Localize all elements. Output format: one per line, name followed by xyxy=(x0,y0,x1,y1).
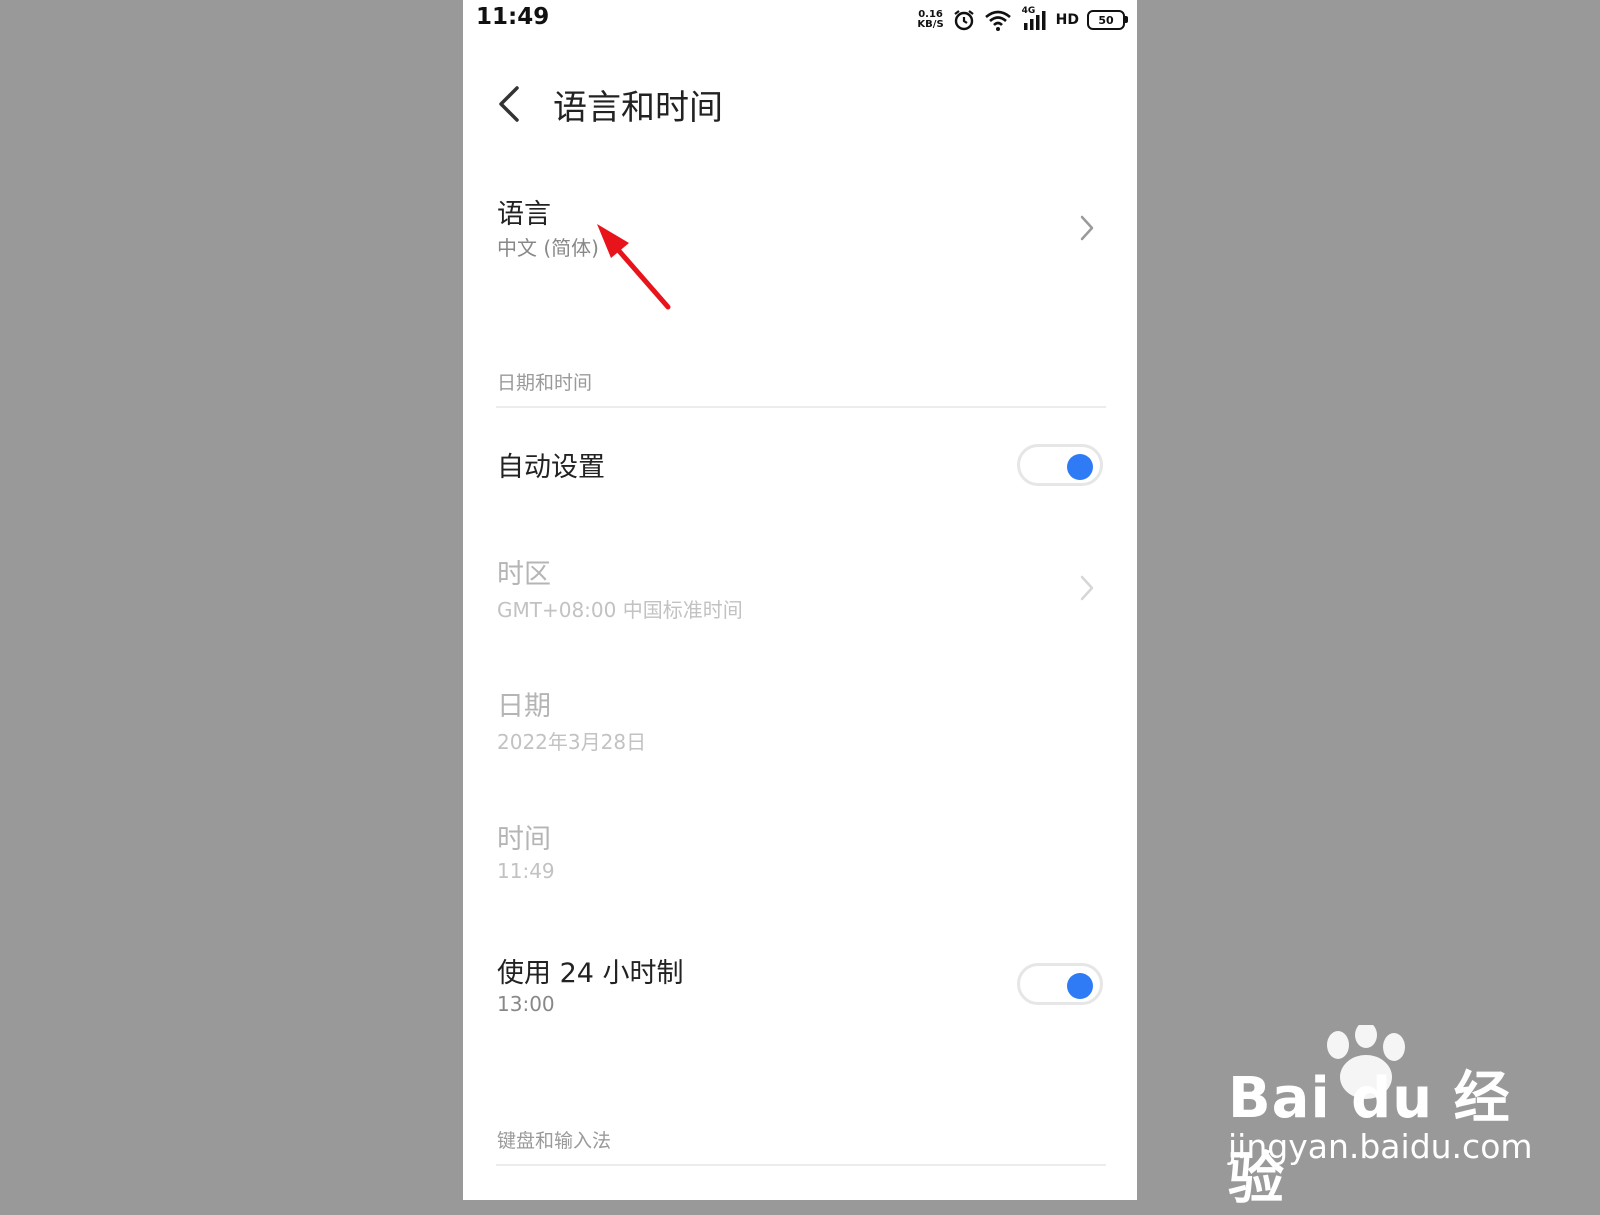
network-speed-unit: KB/S xyxy=(917,19,944,30)
section-label-date-time: 日期和时间 xyxy=(497,372,593,394)
cellular-signal: 4G xyxy=(1020,6,1048,32)
toggle-knob xyxy=(1067,973,1093,999)
timezone-row-value: GMT+08:00 中国标准时间 xyxy=(497,598,743,622)
auto-set-row[interactable]: 自动设置 xyxy=(463,425,1137,505)
language-row-title: 语言 xyxy=(497,199,551,230)
date-row[interactable]: 日期 2022年3月28日 xyxy=(463,672,1137,772)
timezone-row[interactable]: 时区 GMT+08:00 中国标准时间 xyxy=(463,540,1137,640)
toggle-knob xyxy=(1067,454,1093,480)
baidu-jingyan-watermark: Bai du 经验 jingyan.baidu.com xyxy=(1228,1025,1533,1212)
status-time: 11:49 xyxy=(476,4,550,30)
section-label-keyboard: 键盘和输入法 xyxy=(497,1130,612,1152)
status-icons: 0.16 KB/S 4G HD 50 xyxy=(917,6,1128,34)
hd-voice-badge: HD xyxy=(1055,12,1079,28)
alarm-icon xyxy=(953,10,974,31)
timezone-row-title: 时区 xyxy=(497,559,551,590)
network-speed: 0.16 KB/S xyxy=(917,10,943,30)
auto-set-row-title: 自动设置 xyxy=(497,452,605,483)
time-row-value: 11:49 xyxy=(497,859,555,883)
section-divider xyxy=(496,1164,1106,1166)
back-button[interactable] xyxy=(491,82,531,126)
date-row-title: 日期 xyxy=(497,691,551,722)
wifi-icon xyxy=(984,10,1011,31)
date-row-value: 2022年3月28日 xyxy=(497,730,647,754)
watermark-url: jingyan.baidu.com xyxy=(1228,1127,1533,1166)
hour24-row[interactable]: 使用 24 小时制 13:00 xyxy=(463,938,1137,1038)
auto-set-toggle[interactable] xyxy=(1017,444,1103,486)
language-row[interactable]: 语言 中文 (简体) xyxy=(463,180,1137,280)
hour24-toggle[interactable] xyxy=(1017,963,1103,1005)
page-title: 语言和时间 xyxy=(553,88,723,128)
battery-level: 50 xyxy=(1098,13,1114,27)
status-bar: 11:49 0.16 KB/S 4G HD 50 xyxy=(463,0,1137,40)
time-row-title: 时间 xyxy=(497,824,551,855)
hour24-row-value: 13:00 xyxy=(497,992,555,1016)
phone-screen: 11:49 0.16 KB/S 4G HD 50 语言和时间 语言 中文 (简体… xyxy=(463,0,1137,1200)
language-row-value: 中文 (简体) xyxy=(497,236,599,260)
chevron-right-icon xyxy=(1080,215,1094,241)
page-header: 语言和时间 xyxy=(463,70,1137,140)
time-row[interactable]: 时间 11:49 xyxy=(463,805,1137,905)
signal-icon xyxy=(1023,11,1046,30)
battery-icon: 50 xyxy=(1087,10,1128,30)
chevron-left-icon xyxy=(499,86,519,122)
hour24-row-title: 使用 24 小时制 xyxy=(497,958,684,989)
section-divider xyxy=(496,406,1106,408)
chevron-right-icon xyxy=(1080,575,1094,601)
